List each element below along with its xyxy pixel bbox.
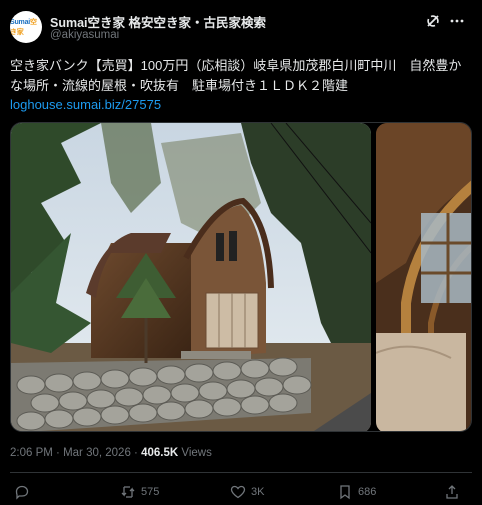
views-label: Views: [181, 447, 212, 459]
reply-icon: [15, 485, 29, 500]
divider: [10, 472, 472, 473]
share-icon: [446, 485, 458, 499]
tweet: Sumai空き家 Sumai空き家 格安空き家・古民家検索 @akiyasuma…: [0, 0, 482, 505]
post-link[interactable]: loghouse.sumai.biz/27575: [10, 96, 161, 114]
media-gallery[interactable]: [10, 122, 472, 432]
bookmark-button[interactable]: 686: [337, 484, 376, 500]
repost-button[interactable]: 575: [120, 484, 159, 500]
views-count: 406.5K: [141, 447, 179, 459]
avatar-logo: Sumai空き家: [10, 19, 37, 36]
post-date[interactable]: Mar 30, 2026: [63, 447, 131, 459]
author-handle[interactable]: @akiyasumai: [50, 29, 119, 41]
action-bar: 575 3K 686: [0, 484, 482, 504]
like-count: 3K: [251, 486, 265, 498]
like-button[interactable]: 3K: [230, 484, 264, 500]
photo-interior: [376, 123, 471, 431]
post-meta: 2:06 PM · Mar 30, 2026 · 406.5K Views: [10, 447, 212, 459]
post-text: 空き家バンク【売買】100万円（応相談）岐阜県加茂郡白川町中川 自然豊かな場所・…: [10, 58, 462, 93]
avatar[interactable]: Sumai空き家: [10, 11, 42, 43]
meta-separator: ·: [134, 447, 138, 459]
grok-icon[interactable]: [425, 13, 441, 29]
like-icon: [230, 485, 246, 499]
repost-count: 575: [141, 486, 160, 498]
photo-exterior: [11, 123, 371, 431]
bookmark-icon: [340, 485, 350, 500]
repost-icon: [121, 486, 135, 498]
post-time[interactable]: 2:06 PM: [10, 447, 53, 459]
meta-separator: ·: [56, 447, 60, 459]
reply-button[interactable]: [14, 484, 35, 500]
bookmark-count: 686: [358, 486, 377, 498]
more-icon[interactable]: [449, 13, 465, 29]
house-photos: [11, 123, 471, 431]
share-button[interactable]: [444, 484, 460, 500]
